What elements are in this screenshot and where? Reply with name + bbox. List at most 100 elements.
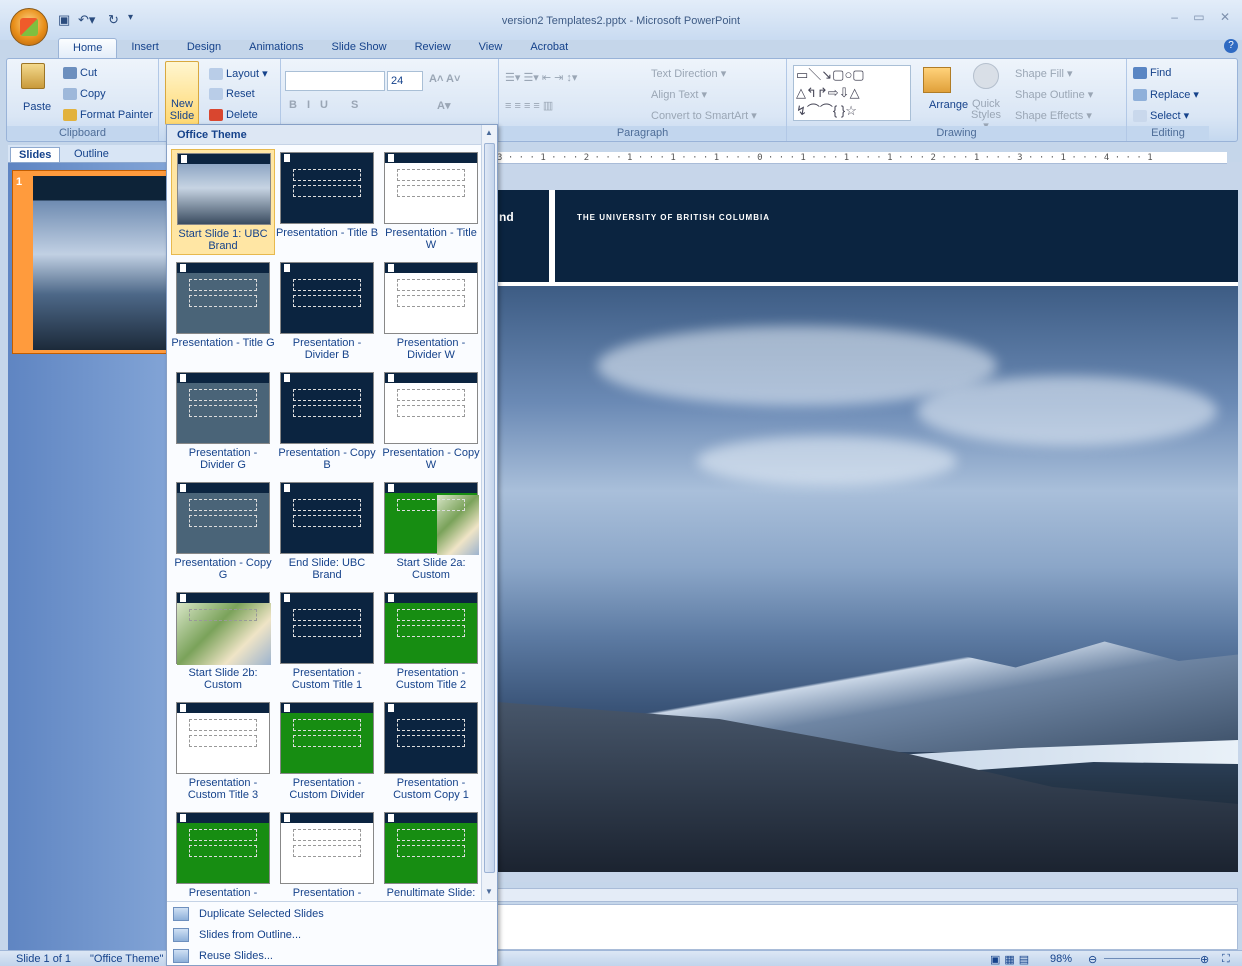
layout-item[interactable]: Presentation - Custom Title 1 xyxy=(275,589,379,695)
redo-icon[interactable]: ↻ xyxy=(108,12,119,28)
help-icon[interactable]: ? xyxy=(1224,39,1238,53)
layout-item[interactable]: Presentation - Title B xyxy=(275,149,379,255)
layout-item[interactable]: Presentation - Divider G xyxy=(171,369,275,475)
font-format-buttons[interactable]: BIU S xyxy=(289,99,368,111)
office-button[interactable] xyxy=(10,8,48,46)
paste-icon[interactable] xyxy=(21,63,45,89)
tab-animations[interactable]: Animations xyxy=(235,38,317,58)
fit-window-icon[interactable]: ⛶ xyxy=(1222,953,1230,966)
view-buttons[interactable]: ▣▦▤ xyxy=(990,953,1033,966)
text-direction-button[interactable]: Text Direction ▾ xyxy=(651,67,726,80)
layout-item[interactable]: Penultimate Slide: Custom xyxy=(379,809,481,900)
tab-insert[interactable]: Insert xyxy=(117,38,173,58)
layout-item[interactable]: Presentation - Divider W xyxy=(379,259,481,365)
convert-smartart-button[interactable]: Convert to SmartArt ▾ xyxy=(651,109,757,122)
new-slide-button[interactable]: New Slide ▾ xyxy=(165,61,199,134)
slide-canvas[interactable]: nd THE UNIVERSITY OF BRITISH COLUMBIA xyxy=(497,190,1238,872)
tab-design[interactable]: Design xyxy=(173,38,235,58)
layout-item[interactable]: Presentation - Custom Title 2 xyxy=(379,589,481,695)
layout-item[interactable]: Presentation - Copy G xyxy=(171,479,275,585)
replace-button[interactable]: Replace ▾ xyxy=(1133,88,1199,102)
layout-item[interactable]: Start Slide 1: UBC Brand xyxy=(171,149,275,255)
quick-styles-icon[interactable] xyxy=(973,63,999,89)
slides-from-outline-item[interactable]: Slides from Outline... xyxy=(173,925,301,945)
tab-slide-show[interactable]: Slide Show xyxy=(318,38,401,58)
layout-button[interactable]: Layout ▾ xyxy=(209,67,268,81)
reset-button[interactable]: Reset xyxy=(209,88,255,101)
copy-icon xyxy=(63,88,77,101)
customize-qat-icon[interactable]: ▾ xyxy=(128,12,133,28)
tab-view[interactable]: View xyxy=(465,38,517,58)
cut-button[interactable]: Cut xyxy=(63,67,97,80)
layout-caption: Presentation - Custom Title 3 xyxy=(187,777,259,801)
slide-thumbnail-image xyxy=(33,176,171,350)
zoom-level[interactable]: 98% xyxy=(1050,953,1072,965)
layout-item[interactable]: Presentation - Copy B xyxy=(275,369,379,475)
duplicate-icon xyxy=(173,907,189,922)
tab-home[interactable]: Home xyxy=(58,38,118,58)
shape-effects-button[interactable]: Shape Effects ▾ xyxy=(1015,109,1092,122)
undo-icon[interactable]: ↶▾ xyxy=(78,12,95,28)
tab-outline[interactable]: Outline xyxy=(66,147,117,161)
layout-caption: End Slide: UBC Brand xyxy=(288,557,366,581)
layout-thumbnail xyxy=(384,702,478,774)
font-color-icon[interactable]: A▾ xyxy=(437,99,450,112)
grow-font-icon[interactable]: A˄ A˅ xyxy=(429,73,460,85)
layout-item[interactable]: Presentation - Custom Title 3 xyxy=(171,699,275,805)
font-name-combo[interactable] xyxy=(285,71,385,91)
zoom-in-icon[interactable]: ⊕ xyxy=(1200,953,1209,966)
layout-item[interactable]: Presentation - Custom Divider xyxy=(275,699,379,805)
layout-item[interactable]: Start Slide 2a: Custom xyxy=(379,479,481,585)
select-button[interactable]: Select ▾ xyxy=(1133,109,1189,123)
tab-slides[interactable]: Slides xyxy=(10,147,61,162)
bullets-icon[interactable]: ☰▾ ☰▾ ⇤ ⇥ ↕▾ xyxy=(505,71,577,84)
font-size-combo[interactable]: 24 xyxy=(387,71,423,91)
cursor-icon xyxy=(1133,110,1147,123)
layout-item[interactable]: Presentation - Divider B xyxy=(275,259,379,365)
scroll-down-icon[interactable]: ▼ xyxy=(485,887,493,896)
drawing-group: ▭＼↘▢○▢ △↰↱⇨⇩△ ↯⌒⌒{ }☆ Arrange Quick Styles… xyxy=(787,59,1127,141)
gallery-scrollbar[interactable]: ▲ ▼ xyxy=(481,125,497,900)
delete-button[interactable]: Delete xyxy=(209,109,258,122)
copy-button[interactable]: Copy xyxy=(63,88,106,101)
binoculars-icon xyxy=(1133,67,1147,80)
outline-icon xyxy=(173,928,189,943)
layout-item[interactable]: Presentation - Copy W xyxy=(379,369,481,475)
gallery-scroll-thumb[interactable] xyxy=(484,143,495,873)
tab-review[interactable]: Review xyxy=(401,38,465,58)
layout-item[interactable]: Presentation - Custom Copy 1 xyxy=(379,699,481,805)
zoom-out-icon[interactable]: ⊖ xyxy=(1088,953,1097,966)
arrange-button[interactable]: Arrange xyxy=(929,99,968,111)
shapes-gallery[interactable]: ▭＼↘▢○▢ △↰↱⇨⇩△ ↯⌒⌒{ }☆ xyxy=(793,65,911,121)
slide-thumbnail[interactable]: 1 xyxy=(12,170,171,354)
layout-item[interactable]: End Slide: UBC Brand xyxy=(275,479,379,585)
layout-thumbnail xyxy=(280,812,374,884)
layout-item[interactable]: Start Slide 2b: Custom xyxy=(171,589,275,695)
layout-thumbnail xyxy=(176,812,270,884)
save-icon[interactable]: ▣ xyxy=(58,12,70,28)
shape-fill-button[interactable]: Shape Fill ▾ xyxy=(1015,67,1073,80)
align-text-button[interactable]: Align Text ▾ xyxy=(651,88,707,101)
arrange-icon[interactable] xyxy=(923,67,951,93)
notes-pane[interactable] xyxy=(497,904,1238,950)
slide-title-fragment: nd xyxy=(499,210,514,224)
layout-thumbnail xyxy=(384,152,478,224)
duplicate-slides-item[interactable]: Duplicate Selected Slides xyxy=(173,904,324,924)
format-painter-button[interactable]: Format Painter xyxy=(63,109,153,122)
scroll-up-icon[interactable]: ▲ xyxy=(485,128,493,137)
window-controls[interactable]: – ▭ ✕ xyxy=(1171,10,1236,24)
horizontal-scrollbar[interactable] xyxy=(497,888,1238,902)
shape-outline-button[interactable]: Shape Outline ▾ xyxy=(1015,88,1093,101)
layout-item[interactable]: Presentation - Title G xyxy=(171,259,275,365)
paste-button[interactable]: Paste xyxy=(23,101,51,113)
find-button[interactable]: Find xyxy=(1133,67,1171,80)
layout-item[interactable]: Presentation - Custom Copy 3 xyxy=(275,809,379,900)
align-icons[interactable]: ≡ ≡ ≡ ≡ ▥ xyxy=(505,99,553,112)
layout-thumbnail xyxy=(176,702,270,774)
layout-item[interactable]: Presentation - Title W xyxy=(379,149,481,255)
reuse-slides-item[interactable]: Reuse Slides... xyxy=(173,946,273,966)
layout-item[interactable]: Presentation - Custom Copy 2 xyxy=(171,809,275,900)
layout-thumbnail xyxy=(384,482,479,555)
tab-acrobat[interactable]: Acrobat xyxy=(516,38,582,58)
zoom-slider[interactable] xyxy=(1104,958,1200,959)
